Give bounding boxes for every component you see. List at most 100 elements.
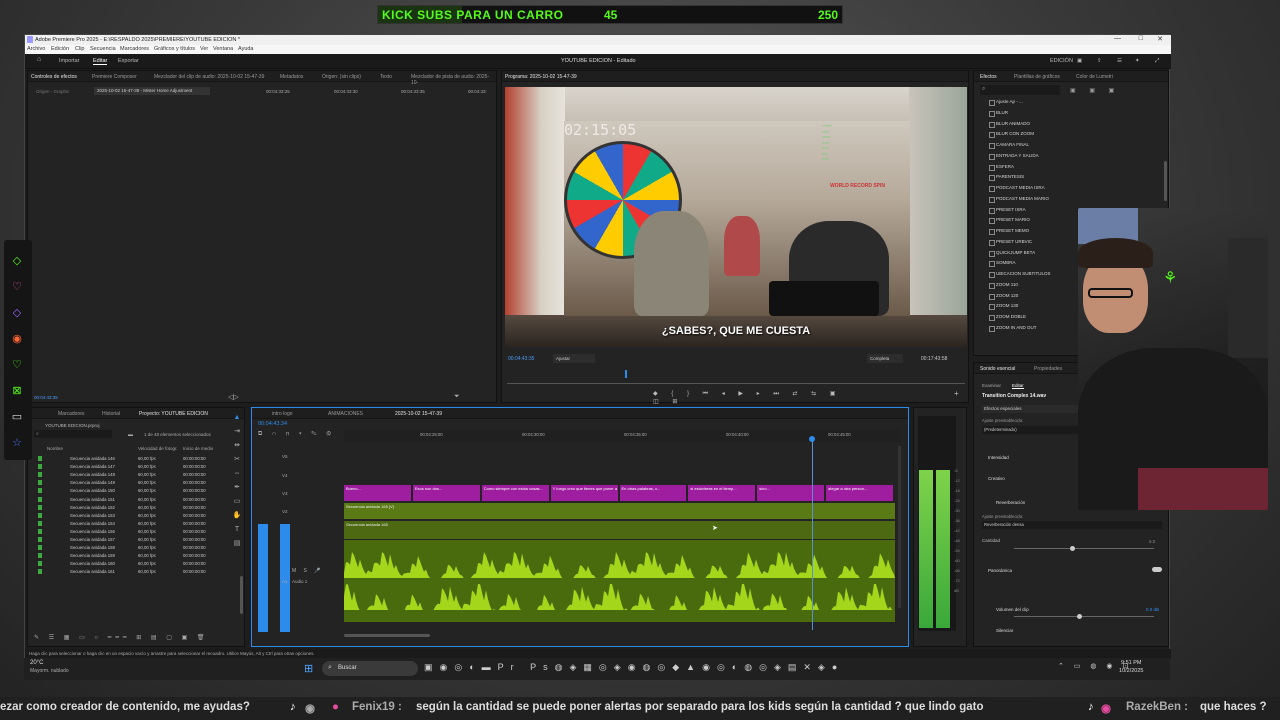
share-icon[interactable]: ⇪	[1097, 58, 1102, 64]
col-fps[interactable]: Velocidad de fotogr.	[138, 446, 178, 451]
project-row[interactable]: Secuencia anidada 156 60,00 fps 00:00:00:0…	[28, 528, 240, 536]
timeline-ruler[interactable]: 00:04:25:00 00:04:30:00 00:04:35:00 00:0…	[344, 430, 900, 442]
track-v3[interactable]: V3	[282, 491, 288, 496]
v3-caption-clip[interactable]: Esos son dos...	[412, 485, 480, 501]
project-row[interactable]: Secuencia anidada 150 60,00 fps 00:00:00:0…	[28, 487, 240, 495]
effect-preset-item[interactable]: ZOOM 120	[988, 293, 1018, 300]
menu-edicion[interactable]: Edición	[51, 46, 69, 52]
project-row[interactable]: Secuencia anidada 154 60,00 fps 00:00:00:0…	[28, 520, 240, 528]
effect-preset-item[interactable]: UBICACION SUBTITULOS	[989, 271, 1051, 278]
project-scrollbar[interactable]	[240, 576, 243, 614]
type-tool-icon[interactable]: T	[231, 523, 243, 537]
razor-tool-icon[interactable]: ✂	[231, 453, 243, 467]
program-playhead[interactable]	[625, 370, 627, 378]
settings-icon[interactable]: ✦	[1135, 58, 1140, 64]
project-row[interactable]: Secuencia anidada 159 60,00 fps 00:00:00:0…	[28, 552, 240, 560]
tab-intro-logo[interactable]: intro logo	[272, 411, 293, 417]
effect-preset-item[interactable]: ZOOM DOBLE	[988, 314, 1026, 321]
tab-effect-controls[interactable]: Controles de efectos	[31, 74, 77, 80]
project-row[interactable]: Secuencia anidada 152 60,00 fps 00:00:00:0…	[28, 504, 240, 512]
timeline-playhead[interactable]	[812, 438, 813, 630]
tab-audio-clip-mixer[interactable]: Mezclador del clip de audio: 2025-10-02 …	[154, 74, 264, 80]
effect-preset-item[interactable]: SOMBRA	[989, 260, 1016, 268]
col-start[interactable]: Inicio de medio	[183, 446, 213, 451]
tab-premiere-composer[interactable]: Premiere Composer	[92, 74, 137, 80]
tab-effects[interactable]: Efectos	[980, 74, 997, 80]
track-v5[interactable]: V5	[282, 454, 288, 459]
col-name[interactable]: Nombre	[47, 446, 63, 451]
menu-secuencia[interactable]: Secuencia	[90, 46, 116, 52]
v3-caption-clip[interactable]: sino...	[757, 485, 825, 501]
menu-ventana[interactable]: Ventana	[213, 46, 233, 52]
maximize-button[interactable]: □	[1139, 35, 1143, 42]
fit-dropdown[interactable]: Ajustar	[553, 354, 595, 363]
hand-tool-icon[interactable]: ✋	[231, 509, 243, 523]
menu-clip[interactable]: Clip	[75, 46, 84, 52]
tab-essential-sound[interactable]: Sonido esencial	[980, 366, 1015, 372]
weather-temp[interactable]: 20°C	[30, 660, 43, 666]
effect-preset-item[interactable]: PODCAST MEDIA MARIO	[989, 196, 1049, 203]
effect-preset-item[interactable]: BLUR CON ZOOM	[988, 131, 1034, 139]
volume-slider[interactable]	[1014, 616, 1154, 617]
effects-scrollbar[interactable]	[1164, 161, 1167, 201]
pen-tool-icon[interactable]: ✒	[231, 481, 243, 495]
v3-caption-clip[interactable]: Y luego creo que tienes que poner a Pele…	[550, 485, 618, 501]
menu-archivo[interactable]: Archivo	[27, 46, 45, 52]
amount-slider-thumb[interactable]	[1070, 546, 1075, 551]
track-a1-controls[interactable]: M S 🎤	[292, 568, 332, 576]
tab-program[interactable]: Programa: 2025-10-02 15-47-39	[505, 74, 577, 80]
add-button-icon[interactable]: +	[954, 389, 959, 398]
taskbar-search[interactable]: ⌕ Buscar	[322, 661, 418, 676]
amount-slider[interactable]	[1014, 548, 1154, 549]
source-dropdown[interactable]: Origen - Graphic	[36, 89, 69, 94]
taskbar-apps[interactable]: ▣◉◎◐▬Pr Ps◍◈▦◎◈◉◍◎◆▲◉◎◐◍◎◈▤✕◈●	[424, 662, 904, 676]
fullscreen-icon[interactable]: ⤢	[1155, 58, 1159, 65]
timeline-toolbar[interactable]: ⧉ ∩ ⊓ ▾ ✎ ⚙	[258, 431, 348, 439]
reverb-toggle[interactable]: Reverberación	[996, 500, 1025, 505]
menu-lines-icon[interactable]: ☰	[1117, 58, 1122, 64]
menu-ver[interactable]: Ver	[200, 46, 208, 52]
transport-controls[interactable]: ◆ { } ⏮ ◂ ▶ ▸ ⏭ ⇄ ⇆ ▣ ◫ ⊞	[653, 390, 853, 405]
workspace-label[interactable]: EDICIÓN	[1050, 58, 1073, 64]
clock-date[interactable]: 10/2/2025	[1119, 668, 1143, 674]
effect-preset-item[interactable]: ZOOM IN AND OUT	[989, 325, 1037, 332]
project-row[interactable]: Secuencia anidada 158 60,00 fps 00:00:00:0…	[28, 544, 240, 552]
clip-dropdown[interactable]: 2025-10-02 15-47-39 - Mister Home Adjust…	[94, 87, 210, 95]
ripple-tool-icon[interactable]: ⇹	[231, 439, 243, 453]
tab-lumetri[interactable]: Color de Lumetri	[1076, 74, 1113, 80]
volume-slider-thumb[interactable]	[1077, 614, 1082, 619]
tab-text[interactable]: Texto	[380, 74, 392, 80]
tab-source[interactable]: Origen: (sin clips)	[322, 74, 361, 80]
clock-time[interactable]: 9:51 PM	[1121, 660, 1141, 666]
effects-search-input[interactable]: ⌕	[980, 85, 1060, 95]
project-toolbar[interactable]: ✎ ☰ ▦ ▭ ○ ━━━ ⊞ ▤ ▢ ▣ 🗑	[34, 634, 234, 642]
effect-preset-item[interactable]: PARENTESIS	[988, 174, 1024, 182]
program-scrubber[interactable]	[507, 383, 965, 384]
project-row[interactable]: Secuencia anidada 153 60,00 fps 00:00:00:0…	[28, 512, 240, 520]
section-pan[interactable]: Panorámica	[988, 568, 1012, 573]
effect-preset-item[interactable]: QUICKJUMP BETA	[988, 250, 1035, 257]
clip-volume-label[interactable]: Volumen del clip	[996, 607, 1029, 612]
menu-ayuda[interactable]: Ayuda	[238, 46, 254, 52]
folder-icon[interactable]: ▬	[128, 432, 133, 438]
tab-properties[interactable]: Propiedades	[1034, 366, 1062, 372]
tab-exportar[interactable]: Exportar	[118, 58, 139, 64]
tab-editar[interactable]: Editar	[93, 58, 108, 65]
tab-audio-track-mixer[interactable]: Mezclador de pista de audio: 2025-10-	[411, 74, 496, 86]
track-v4[interactable]: V4	[282, 473, 288, 478]
v3-caption-clip[interactable]: alegar a otra person...	[826, 485, 893, 501]
menu-graficos[interactable]: Gráficos y títulos	[154, 46, 195, 52]
section-intensity[interactable]: Intensidad	[988, 455, 1009, 460]
effect-preset-item[interactable]: ENTRADA Y SALIDA	[989, 153, 1039, 160]
project-row[interactable]: Secuencia anidada 161 60,00 fps 00:00:00:0…	[28, 568, 240, 576]
project-row[interactable]: Secuencia anidada 160 60,00 fps 00:00:00:0…	[28, 560, 240, 568]
project-row[interactable]: Secuencia anidada 146 60,00 fps 00:00:00:0…	[28, 455, 240, 463]
project-row[interactable]: Secuencia anidada 151 60,00 fps 00:00:00:0…	[28, 496, 240, 504]
effect-preset-item[interactable]: Ajuste Ap - ...	[989, 99, 1023, 106]
tab-animaciones[interactable]: ANIMACIONES	[328, 411, 363, 417]
project-row[interactable]: Secuencia anidada 149 60,00 fps 00:00:00:0…	[28, 479, 240, 487]
effect-preset-item[interactable]: PRESET URBVIC	[988, 239, 1032, 246]
effect-preset-item[interactable]: PRESET ISRA	[989, 207, 1026, 214]
tab-sequence[interactable]: 2025-10-02 15-47-39	[395, 411, 442, 417]
effects-filter-icons[interactable]: ▣ ▣ ▣	[1070, 87, 1120, 94]
